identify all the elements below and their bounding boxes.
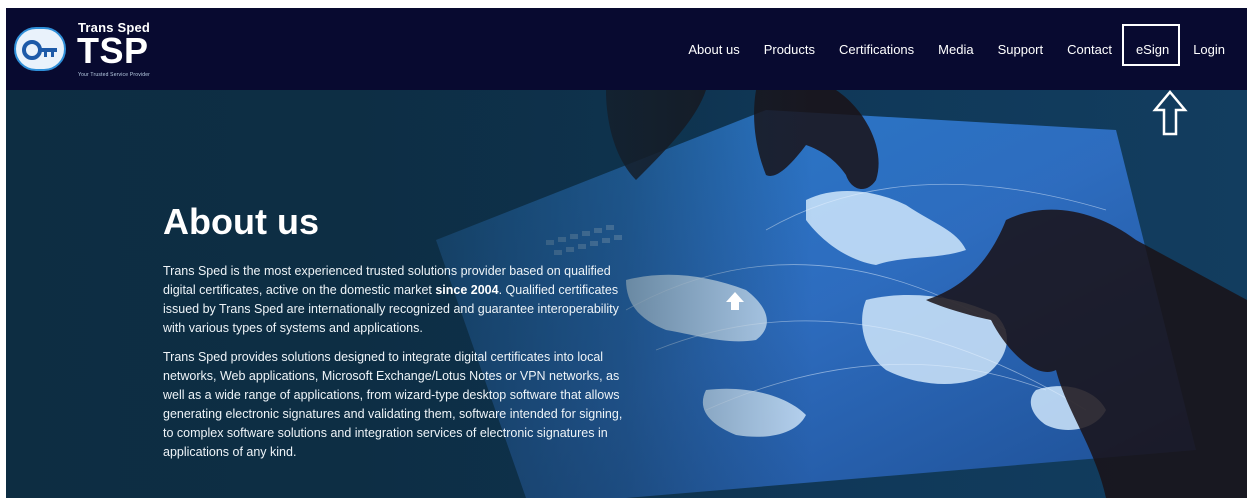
- main-menu: About us Products Certifications Media S…: [676, 8, 1237, 90]
- hero-section: About us Trans Sped is the most experien…: [6, 90, 1247, 498]
- page-frame: Trans Sped TSP Your Trusted Service Prov…: [6, 8, 1247, 498]
- nav-esign[interactable]: eSign: [1121, 23, 1181, 66]
- nav-certifications[interactable]: Certifications: [827, 42, 926, 57]
- up-arrow-outline-icon: [1152, 90, 1188, 136]
- key-icon: [22, 40, 57, 60]
- logo-brand-main: TSP: [77, 30, 149, 71]
- about-paragraph-2: Trans Sped provides solutions designed t…: [163, 350, 623, 459]
- nav-support[interactable]: Support: [986, 42, 1056, 57]
- page-title: About us: [163, 201, 319, 242]
- top-navbar: Trans Sped TSP Your Trusted Service Prov…: [6, 8, 1247, 90]
- logo-badge: [14, 27, 66, 71]
- about-paragraph-1: Trans Sped is the most experienced trust…: [163, 262, 633, 338]
- about-p1-highlight: since 2004: [435, 283, 499, 297]
- nav-login[interactable]: Login: [1181, 42, 1237, 57]
- nav-products[interactable]: Products: [752, 42, 827, 57]
- logo-tagline: Your Trusted Service Provider: [78, 72, 151, 78]
- site-logo[interactable]: Trans Sped TSP Your Trusted Service Prov…: [14, 17, 184, 83]
- nav-media[interactable]: Media: [926, 42, 985, 57]
- about-content: About us Trans Sped is the most experien…: [163, 202, 633, 472]
- nav-contact[interactable]: Contact: [1055, 42, 1124, 57]
- up-arrow-icon[interactable]: [724, 290, 746, 312]
- nav-about-us[interactable]: About us: [676, 42, 751, 57]
